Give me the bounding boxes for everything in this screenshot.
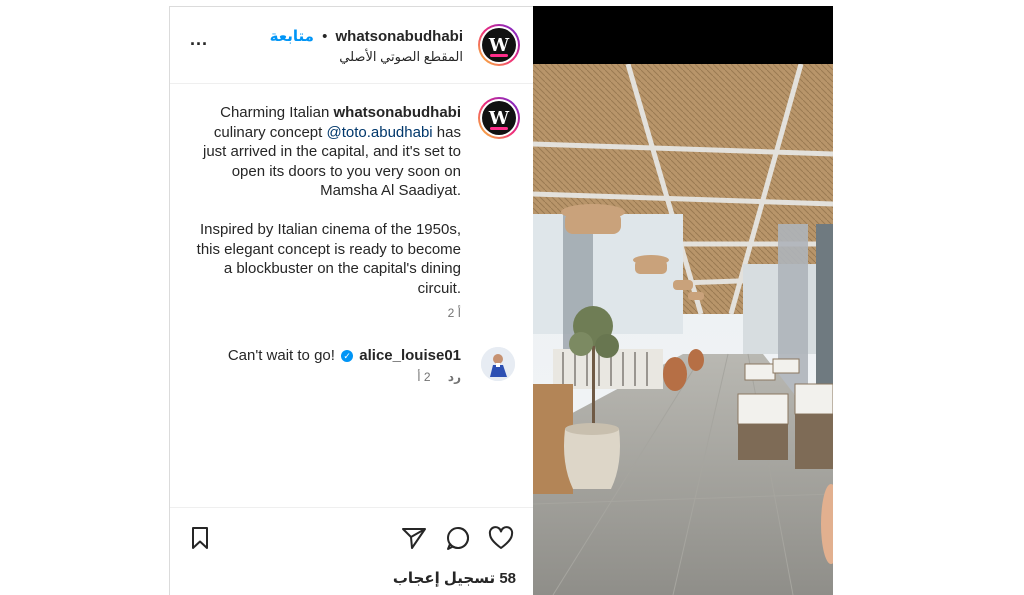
- likes-count[interactable]: 58 تسجيل إعجاب: [393, 569, 516, 587]
- post-caption: Charming Italian whatsonabudhabi culinar…: [191, 103, 461, 324]
- caption-avatar[interactable]: W: [478, 97, 520, 139]
- comment-meta: رد 2 أ: [201, 370, 461, 384]
- comment-icon[interactable]: [444, 524, 472, 552]
- media-top-bar: [533, 6, 833, 64]
- comment-item: Can't wait to go! ✓ alice_louise01 رد 2 …: [201, 347, 461, 384]
- comment-text: Can't wait to go!: [227, 347, 335, 364]
- caption-paragraph-1: Charming Italian whatsonabudhabi culinar…: [191, 103, 461, 201]
- caption-username[interactable]: whatsonabudhabi: [334, 104, 462, 121]
- header-avatar[interactable]: W: [478, 24, 520, 66]
- separator-dot: •: [322, 28, 328, 45]
- caption-text: culinary concept: [213, 123, 327, 141]
- caption-timestamp[interactable]: 2 أ: [191, 304, 461, 324]
- heart-icon[interactable]: [487, 524, 515, 552]
- instagram-post-page: ... متابعة • whatsonabudhabi المقطع الصو…: [0, 0, 1024, 595]
- avatar-logo-letter: W: [488, 107, 510, 129]
- header-username[interactable]: whatsonabudhabi: [336, 28, 464, 45]
- verified-badge-icon: ✓: [341, 350, 354, 363]
- more-options-button[interactable]: ...: [190, 29, 208, 50]
- original-audio-link[interactable]: المقطع الصوتي الأصلي: [339, 49, 463, 65]
- header-name-row: متابعة • whatsonabudhabi: [270, 27, 463, 45]
- caption-text: Charming Italian: [220, 104, 334, 121]
- post-side-panel: ... متابعة • whatsonabudhabi المقطع الصو…: [169, 6, 533, 595]
- comment-username[interactable]: alice_louise01: [359, 347, 461, 364]
- follow-button[interactable]: متابعة: [270, 28, 314, 45]
- caption-paragraph-2: Inspired by Italian cinema of the 1950s,…: [196, 221, 461, 297]
- post-media-video[interactable]: [533, 6, 833, 595]
- post-actions-bar: 58 تسجيل إعجاب: [170, 507, 533, 595]
- bookmark-icon[interactable]: [186, 524, 214, 552]
- send-icon[interactable]: [400, 524, 428, 552]
- avatar-logo-letter: W: [488, 34, 510, 56]
- restaurant-terrace-image: [533, 64, 833, 595]
- commenter-avatar[interactable]: [481, 347, 515, 381]
- post-header: ... متابعة • whatsonabudhabi المقطع الصو…: [170, 7, 533, 84]
- comment-timestamp[interactable]: 2 أ: [417, 370, 430, 384]
- mention-link[interactable]: @toto.abudhabi: [326, 124, 432, 141]
- reply-button[interactable]: رد: [448, 370, 461, 384]
- comment-line: Can't wait to go! ✓ alice_louise01: [201, 347, 461, 364]
